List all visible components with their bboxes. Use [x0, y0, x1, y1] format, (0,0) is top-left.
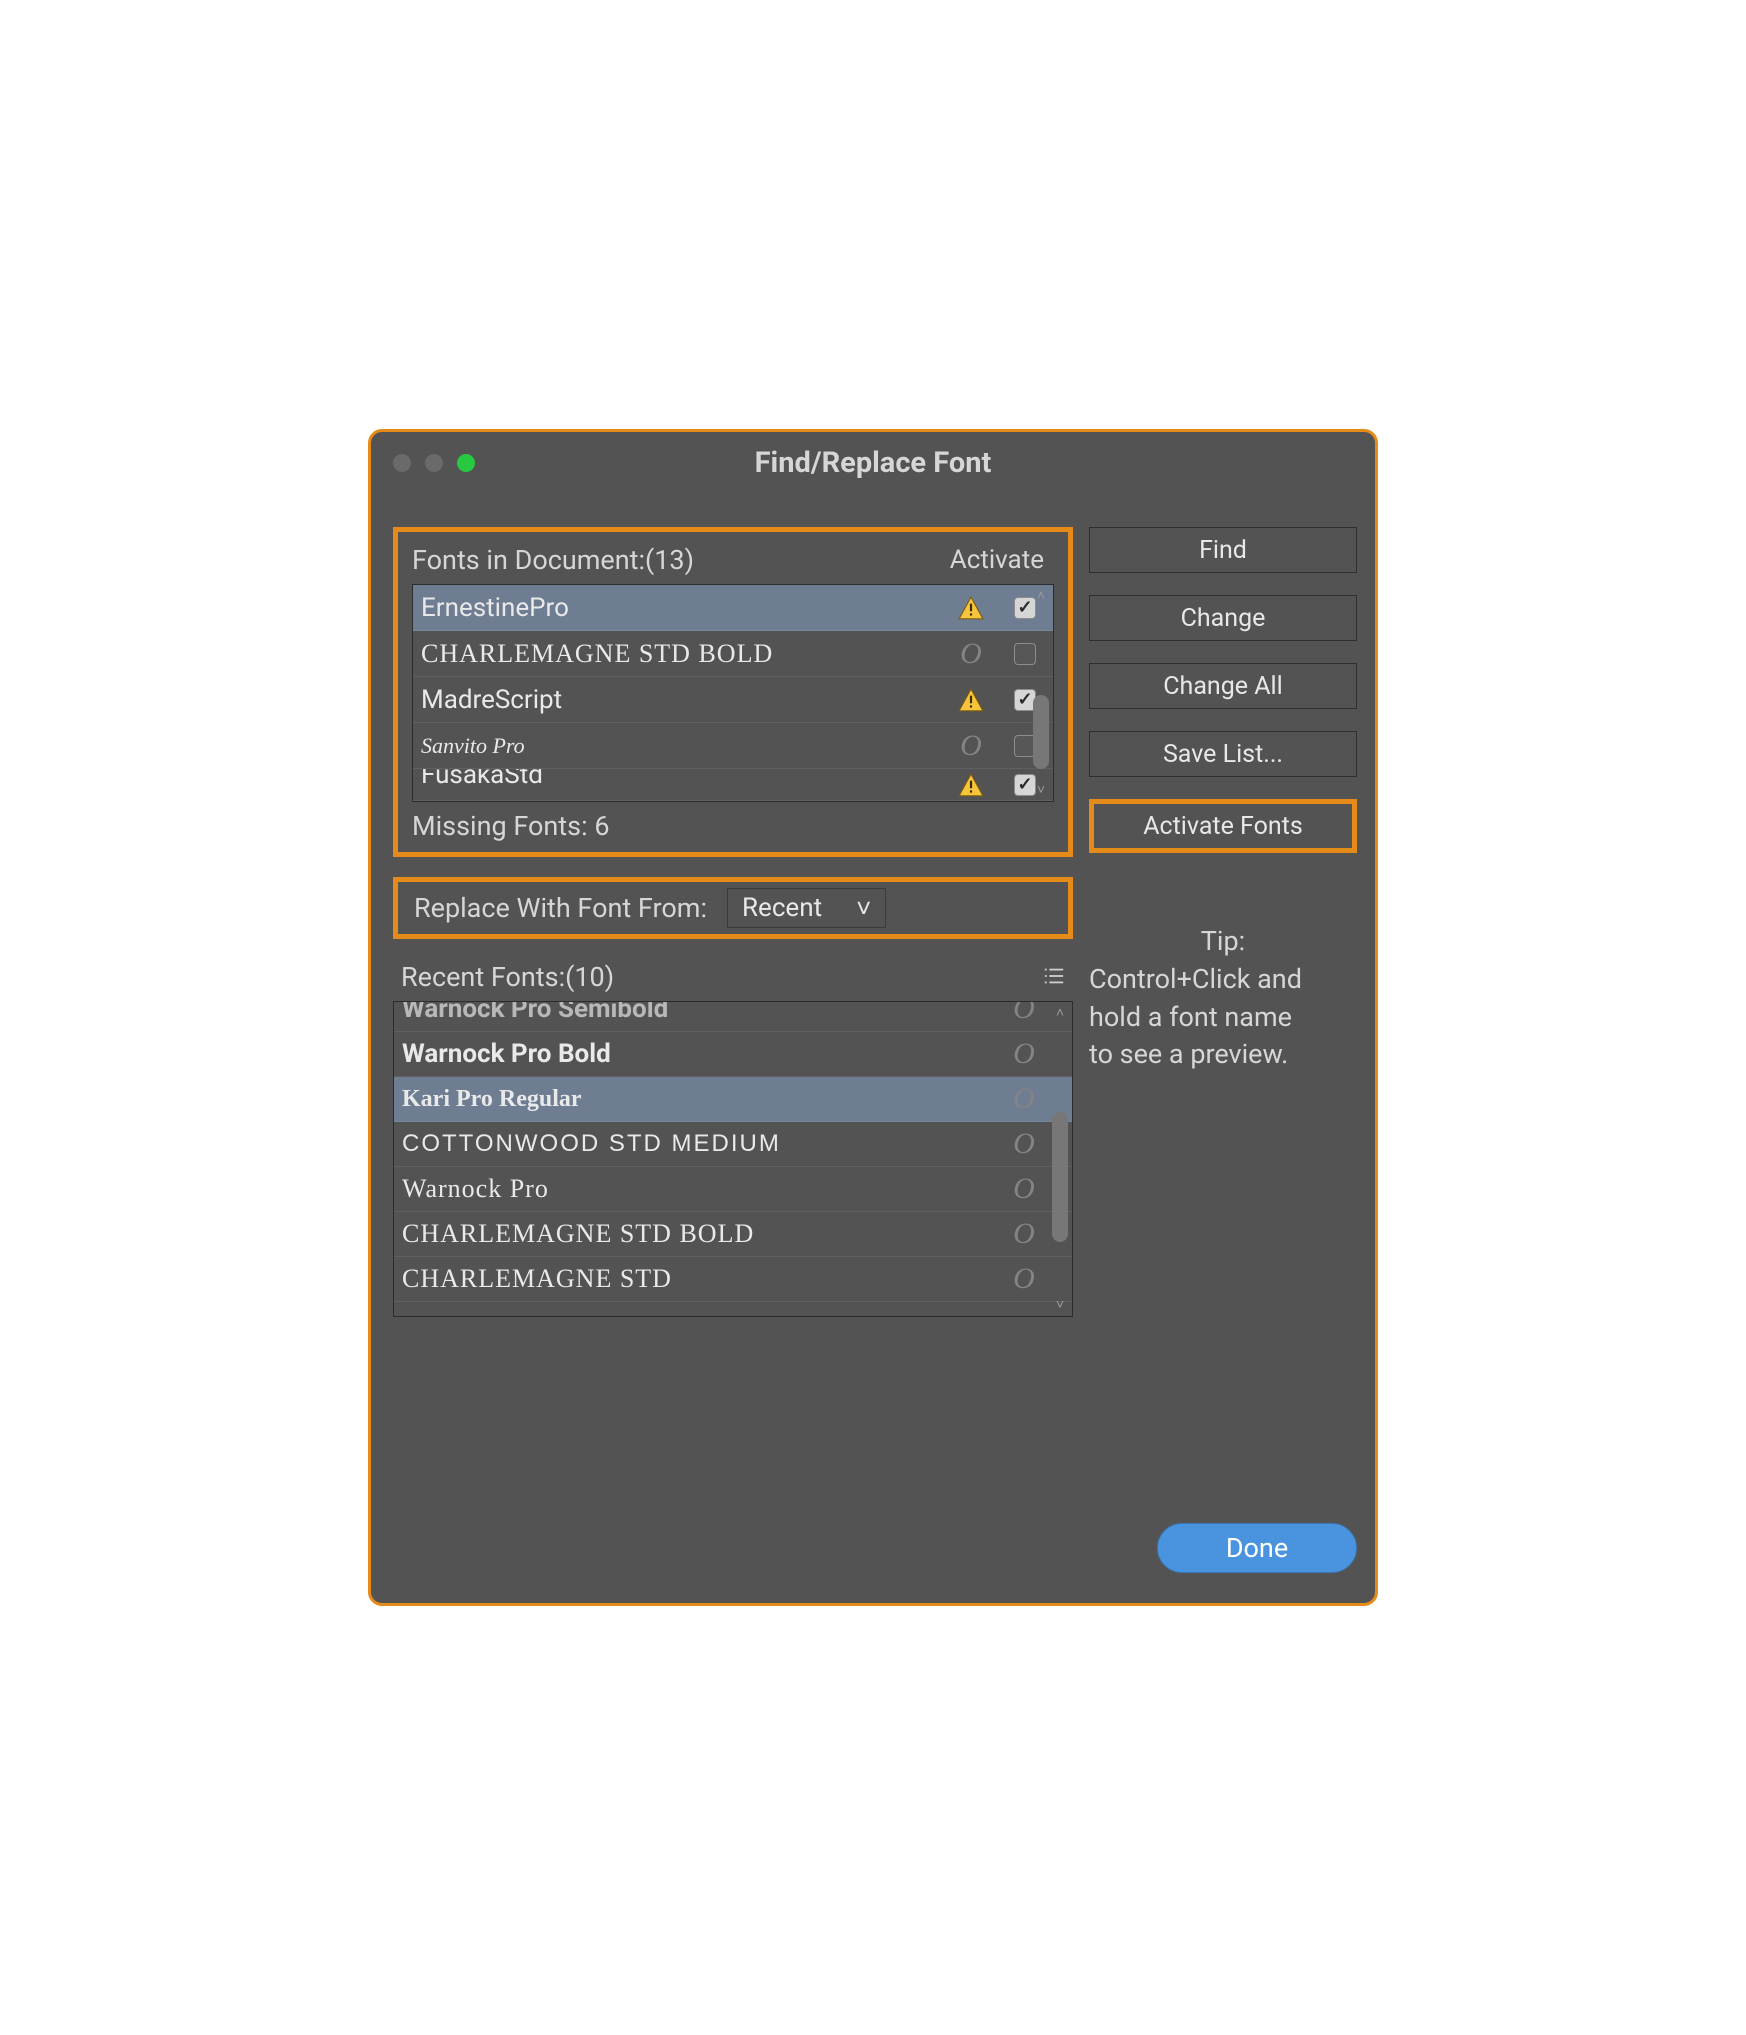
font-name: Kari Pro Regular: [402, 1086, 994, 1113]
fonts-in-document-label: Fonts in Document:(13): [412, 544, 950, 576]
change-all-button[interactable]: Change All: [1089, 663, 1357, 709]
minimize-window-button[interactable]: [425, 454, 443, 472]
recent-font-row[interactable]: COTTONWOOD STD MEDIUMO: [394, 1122, 1072, 1167]
opentype-icon: O: [994, 1001, 1054, 1026]
font-name: Warnock Pro: [402, 1174, 994, 1204]
warning-icon: [945, 595, 997, 621]
font-row[interactable]: Sanvito ProO: [413, 723, 1053, 769]
font-name: COTTONWOOD STD MEDIUM: [402, 1130, 994, 1158]
font-name: ErnestinePro: [421, 593, 945, 623]
zoom-window-button[interactable]: [457, 454, 475, 472]
activate-fonts-button[interactable]: Activate Fonts: [1089, 799, 1357, 853]
font-row[interactable]: FusakaStd: [413, 769, 1053, 801]
find-button[interactable]: Find: [1089, 527, 1357, 573]
font-name: Warnock Pro Bold: [402, 1039, 994, 1069]
replace-with-section: Replace With Font From: Recent ˅: [393, 877, 1073, 939]
font-row[interactable]: ErnestinePro: [413, 585, 1053, 631]
recent-font-row[interactable]: Warnock ProO: [394, 1167, 1072, 1212]
window-title: Find/Replace Font: [371, 446, 1375, 480]
done-button[interactable]: Done: [1157, 1523, 1357, 1573]
recent-font-row[interactable]: Warnock Pro BoldO: [394, 1032, 1072, 1077]
opentype-icon: O: [994, 1037, 1054, 1071]
font-row[interactable]: MadreScript: [413, 677, 1053, 723]
document-fonts-list[interactable]: ErnestineProCHARLEMAGNE STD BOLDOMadreSc…: [412, 584, 1054, 802]
opentype-icon: O: [994, 1127, 1054, 1161]
recent-font-row[interactable]: Kari Pro RegularO: [394, 1077, 1072, 1122]
font-name: FusakaStd: [421, 769, 945, 790]
recent-font-row[interactable]: CHARLEMAGNE STDO: [394, 1257, 1072, 1302]
window-controls: [393, 454, 475, 472]
replace-source-value: Recent: [742, 893, 822, 923]
font-name: CHARLEMAGNE STD BOLD: [421, 639, 945, 669]
replace-with-label: Replace With Font From:: [414, 892, 707, 924]
opentype-icon: O: [994, 1262, 1054, 1296]
scroll-up-arrow-icon[interactable]: ˄: [1056, 1004, 1064, 1022]
close-window-button[interactable]: [393, 454, 411, 472]
scroll-down-arrow-icon[interactable]: ˅: [1056, 1296, 1064, 1314]
chevron-down-icon: ˅: [856, 893, 871, 924]
change-button[interactable]: Change: [1089, 595, 1357, 641]
replace-source-dropdown[interactable]: Recent ˅: [727, 888, 886, 928]
recent-font-row[interactable]: Warnock Pro SemiboldO: [394, 1002, 1072, 1032]
activate-column-header: Activate: [950, 545, 1044, 575]
recent-fonts-list[interactable]: Warnock Pro SemiboldOWarnock Pro BoldOKa…: [393, 1001, 1073, 1317]
opentype-icon: O: [945, 637, 997, 671]
find-replace-font-window: Find/Replace Font Fonts in Document:(13)…: [368, 429, 1378, 1606]
list-view-icon[interactable]: [1043, 961, 1065, 993]
font-name: CHARLEMAGNE STD: [402, 1264, 994, 1294]
font-name: Warnock Pro Semibold: [402, 1001, 994, 1024]
recent-fonts-scrollbar[interactable]: ˄ ˅: [1050, 1004, 1070, 1314]
font-name: MadreScript: [421, 685, 945, 715]
opentype-icon: O: [945, 729, 997, 763]
warning-icon: [945, 772, 997, 798]
save-list-button[interactable]: Save List...: [1089, 731, 1357, 777]
recent-fonts-header: Recent Fonts:(10): [393, 961, 1073, 993]
fonts-in-document-section: Fonts in Document:(13) Activate Ernestin…: [393, 527, 1073, 857]
document-fonts-scrollbar[interactable]: ˄ ˅: [1031, 587, 1051, 799]
titlebar: Find/Replace Font: [371, 432, 1375, 494]
tip-text: Tip: Control+Click and hold a font name …: [1089, 923, 1357, 1074]
scroll-down-arrow-icon[interactable]: ˅: [1037, 781, 1045, 799]
font-name: CHARLEMAGNE STD BOLD: [402, 1219, 994, 1249]
font-name: Sanvito Pro: [421, 733, 945, 759]
missing-fonts-label: Missing Fonts: 6: [412, 810, 1054, 842]
font-row[interactable]: CHARLEMAGNE STD BOLDO: [413, 631, 1053, 677]
opentype-icon: O: [994, 1172, 1054, 1206]
warning-icon: [945, 687, 997, 713]
scroll-up-arrow-icon[interactable]: ˄: [1037, 587, 1045, 605]
opentype-icon: O: [994, 1082, 1054, 1116]
opentype-icon: O: [994, 1217, 1054, 1251]
recent-font-row[interactable]: CHARLEMAGNE STD BOLDO: [394, 1212, 1072, 1257]
